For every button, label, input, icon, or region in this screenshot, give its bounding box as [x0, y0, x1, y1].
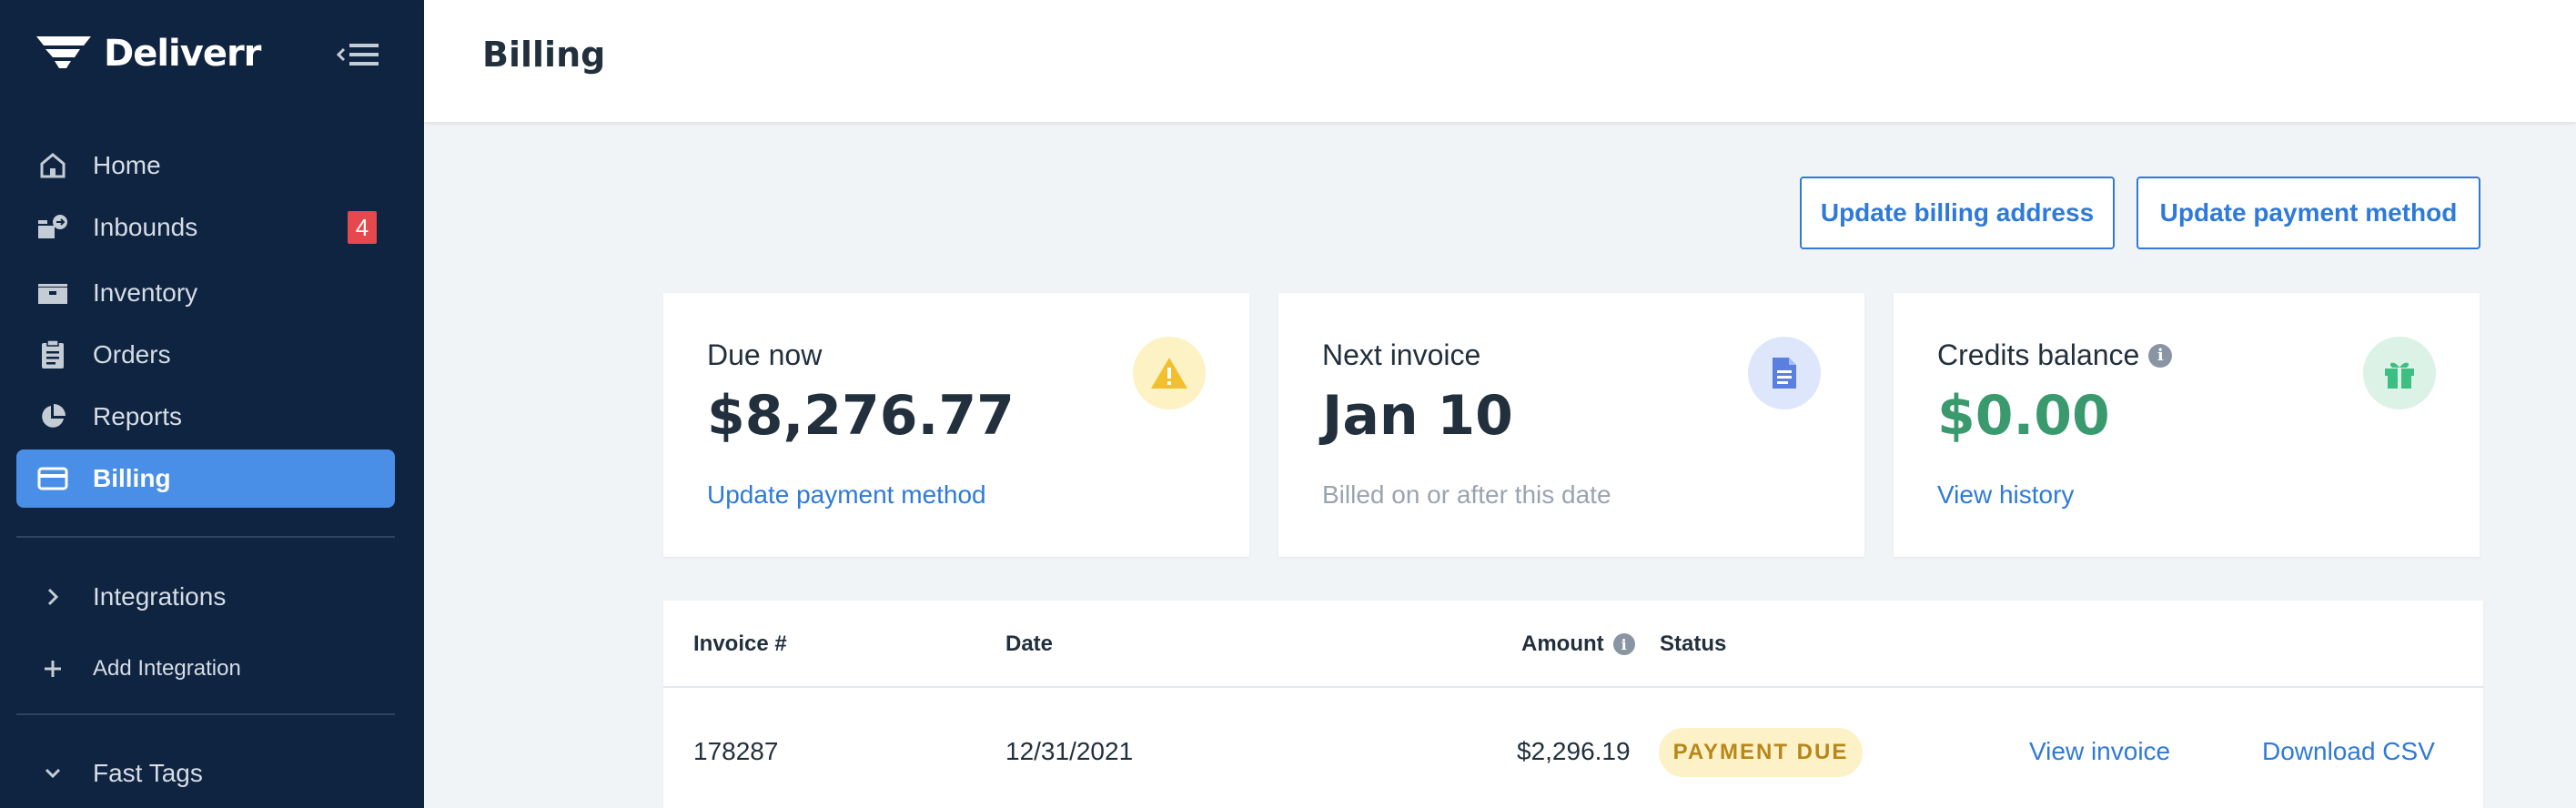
- sidebar-item-label: Reports: [93, 402, 183, 430]
- page-title: Billing: [482, 35, 606, 75]
- invoice-table: Invoice # Date Amount i Status 178287 12…: [663, 601, 2483, 808]
- sidebar-item-reports[interactable]: Reports: [16, 388, 395, 446]
- due-now-amount: $8,276.77: [707, 384, 1015, 448]
- column-header-invoice[interactable]: Invoice #: [693, 631, 787, 657]
- sidebar-item-label: Add Integration: [93, 656, 241, 681]
- invoice-number: 178287: [693, 737, 779, 765]
- add-integration-button[interactable]: Add Integration: [16, 640, 395, 698]
- credits-balance-amount: $0.00: [1937, 384, 2110, 448]
- inventory-icon: [33, 273, 73, 313]
- chevron-down-icon: [33, 753, 73, 793]
- credits-balance-title: Credits balance i: [1937, 338, 2173, 372]
- orders-icon: [33, 335, 73, 375]
- plus-icon: [33, 649, 73, 689]
- next-invoice-card: Next invoice Jan 10 Billed on or after t…: [1278, 293, 1864, 557]
- inbounds-icon: [33, 207, 73, 247]
- gift-icon: [2363, 337, 2436, 409]
- page-header: Billing: [424, 0, 2576, 122]
- next-invoice-title-text: Next invoice: [1322, 338, 1481, 371]
- billing-icon: [33, 459, 73, 499]
- sidebar-item-inventory[interactable]: Inventory: [16, 264, 395, 322]
- view-invoice-link[interactable]: View invoice: [2029, 737, 2170, 766]
- sidebar-item-fast-tags[interactable]: Fast Tags: [16, 744, 395, 803]
- invoice-amount: $2,296.19: [1517, 737, 1631, 765]
- sidebar-item-inbounds[interactable]: Inbounds 4: [16, 198, 395, 257]
- info-icon[interactable]: i: [1612, 633, 1635, 655]
- document-icon: [1748, 337, 1821, 409]
- column-header-status[interactable]: Status: [1660, 631, 1726, 657]
- sidebar-item-label: Home: [93, 151, 161, 179]
- sidebar-divider: [16, 536, 395, 538]
- due-now-card: Due now $8,276.77 Update payment method: [663, 293, 1249, 557]
- home-icon: [33, 146, 73, 186]
- update-payment-method-link[interactable]: Update payment method: [707, 480, 986, 510]
- sidebar-item-integrations[interactable]: Integrations: [16, 568, 395, 626]
- next-invoice-title: Next invoice: [1322, 338, 1480, 372]
- brand-name: Deliverr: [104, 33, 261, 75]
- info-icon[interactable]: i: [2148, 343, 2173, 368]
- next-invoice-date: Jan 10: [1322, 384, 1513, 448]
- deliverr-logo-icon: [36, 36, 91, 68]
- update-billing-address-button[interactable]: Update billing address: [1800, 177, 2115, 249]
- sidebar-item-home[interactable]: Home: [16, 136, 395, 195]
- credits-balance-card: Credits balance i $0.00 View history: [1894, 293, 2480, 557]
- reports-icon: [33, 397, 73, 437]
- update-payment-method-button[interactable]: Update payment method: [2137, 177, 2480, 249]
- download-csv-link[interactable]: Download CSV: [2262, 737, 2435, 766]
- due-now-title-text: Due now: [707, 338, 823, 371]
- sidebar-item-label: Orders: [93, 340, 171, 369]
- collapse-sidebar-button[interactable]: [335, 36, 382, 73]
- sidebar-divider: [16, 713, 395, 715]
- sidebar-item-label: Integrations: [93, 582, 227, 611]
- warning-icon: [1133, 337, 1206, 409]
- invoice-table-header: Invoice # Date Amount i Status: [663, 601, 2483, 688]
- credits-balance-title-text: Credits balance: [1937, 338, 2140, 371]
- invoice-date: 12/31/2021: [1005, 737, 1134, 765]
- sidebar-item-billing[interactable]: Billing: [16, 449, 395, 508]
- sidebar-item-label: Fast Tags: [93, 759, 203, 787]
- column-header-amount[interactable]: Amount i: [1521, 631, 1635, 657]
- collapse-menu-icon: [336, 44, 379, 66]
- sidebar: Deliverr Home Inbounds 4 Inventory Order…: [0, 0, 424, 808]
- view-history-link[interactable]: View history: [1937, 480, 2074, 510]
- logo[interactable]: Deliverr: [35, 33, 261, 75]
- sidebar-item-label: Billing: [93, 464, 171, 492]
- column-header-amount-text: Amount: [1521, 631, 1604, 656]
- sidebar-item-label: Inventory: [93, 278, 198, 307]
- sidebar-item-label: Inbounds: [93, 213, 198, 241]
- status-badge: PAYMENT DUE: [1659, 728, 1863, 777]
- chevron-right-icon: [33, 577, 73, 617]
- inbounds-count-badge: 4: [348, 211, 377, 244]
- column-header-date[interactable]: Date: [1005, 631, 1053, 657]
- sidebar-item-orders[interactable]: Orders: [16, 326, 395, 384]
- next-invoice-subtext: Billed on or after this date: [1322, 480, 1611, 509]
- due-now-title: Due now: [707, 338, 822, 372]
